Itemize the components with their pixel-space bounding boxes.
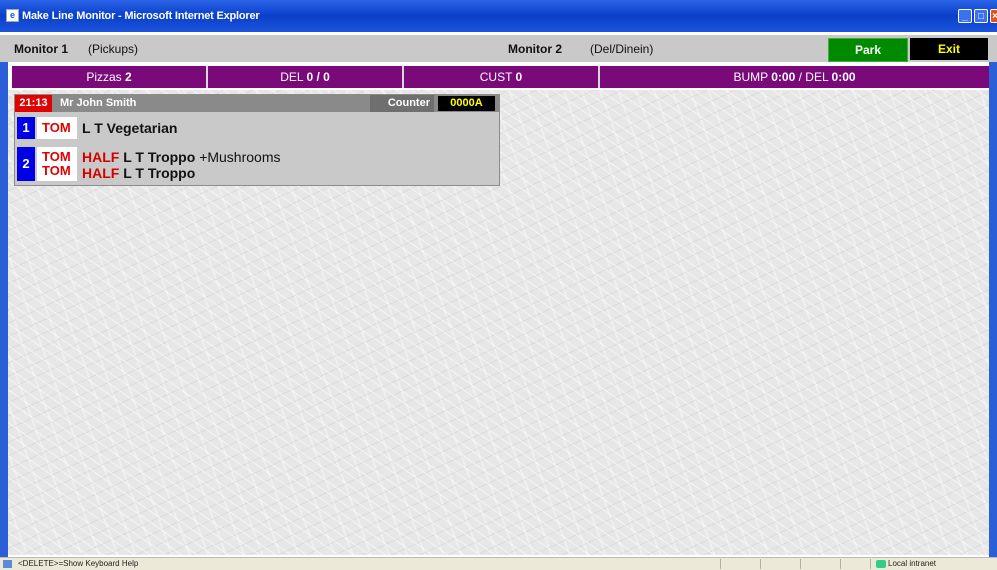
item-line: HALF L T Troppo bbox=[82, 165, 195, 181]
status-divider bbox=[840, 559, 841, 569]
stat-cust: CUST 0 bbox=[404, 66, 600, 88]
item-sauce: TOM bbox=[37, 117, 77, 139]
intranet-icon bbox=[876, 560, 886, 568]
left-window-border bbox=[0, 62, 8, 557]
monitor1-sub: (Pickups) bbox=[88, 42, 139, 56]
monitor1-label[interactable]: Monitor 1 bbox=[14, 42, 68, 56]
status-bar: <DELETE>=Show Keyboard Help Local intran… bbox=[0, 557, 997, 570]
minimize-icon[interactable]: _ bbox=[958, 9, 972, 23]
window-titlebar: e Make Line Monitor - Microsoft Internet… bbox=[0, 0, 997, 32]
monitor2-label[interactable]: Monitor 2 bbox=[508, 42, 562, 56]
status-divider bbox=[800, 559, 801, 569]
order-id: 0000A bbox=[438, 96, 495, 111]
stat-bump-value: 0:00 bbox=[771, 70, 796, 84]
stat-del: DEL 0 / 0 bbox=[208, 66, 404, 88]
status-divider bbox=[760, 559, 761, 569]
item-sauce: TOM bbox=[42, 149, 71, 164]
park-button[interactable]: Park bbox=[828, 38, 908, 62]
order-time: 21:13 bbox=[15, 95, 52, 112]
stat-pizzas-value: 2 bbox=[125, 70, 132, 84]
window-title: Make Line Monitor - Microsoft Internet E… bbox=[22, 10, 260, 22]
item-sauce-group: TOM TOM bbox=[37, 147, 77, 181]
stat-cust-value: 0 bbox=[515, 70, 523, 84]
item-number: 2 bbox=[17, 147, 35, 181]
security-zone: Local intranet bbox=[888, 559, 937, 568]
stat-bump-del-value: 0:00 bbox=[831, 70, 856, 84]
item-pizza-name: L T Troppo bbox=[123, 149, 196, 165]
item-line: HALF L T Troppo +Mushrooms bbox=[82, 149, 281, 165]
stat-del-value: 0 / 0 bbox=[306, 70, 330, 84]
order-header: 21:13 Mr John Smith Counter 0000A bbox=[15, 95, 499, 112]
item-sauce: TOM bbox=[42, 163, 71, 178]
item-pizza-name: L T Troppo bbox=[123, 165, 196, 181]
item-pizza-name: L T Vegetarian bbox=[82, 120, 178, 136]
status-divider bbox=[870, 559, 871, 569]
item-number: 1 bbox=[17, 117, 35, 139]
order-customer: Mr John Smith bbox=[60, 97, 137, 109]
ie-icon: e bbox=[6, 9, 19, 22]
stat-del-label: DEL bbox=[280, 70, 304, 84]
stat-bump: BUMP 0:00 / DEL 0:00 bbox=[600, 66, 989, 88]
stat-pizzas: Pizzas 2 bbox=[12, 66, 208, 88]
status-divider bbox=[720, 559, 721, 569]
stat-pizzas-label: Pizzas bbox=[86, 70, 122, 84]
item-half-label: HALF bbox=[82, 149, 120, 165]
monitor2-sub: (Del/Dinein) bbox=[590, 42, 654, 56]
exit-button[interactable]: Exit bbox=[910, 38, 988, 60]
item-line: L T Vegetarian bbox=[82, 120, 177, 136]
right-window-border bbox=[989, 62, 997, 557]
status-message: <DELETE>=Show Keyboard Help bbox=[18, 559, 139, 568]
maximize-icon[interactable]: □ bbox=[974, 9, 988, 23]
order-type: Counter bbox=[370, 95, 434, 112]
item-half-label: HALF bbox=[82, 165, 120, 181]
page-icon bbox=[3, 560, 12, 568]
stat-bump-label: BUMP bbox=[733, 70, 768, 84]
stat-bump-del-label: / DEL bbox=[798, 70, 829, 84]
close-icon[interactable]: × bbox=[990, 9, 997, 23]
order-card[interactable]: 21:13 Mr John Smith Counter 0000A 1 TOM … bbox=[14, 94, 500, 186]
stat-cust-label: CUST bbox=[479, 70, 513, 84]
item-extra: +Mushrooms bbox=[199, 149, 281, 165]
